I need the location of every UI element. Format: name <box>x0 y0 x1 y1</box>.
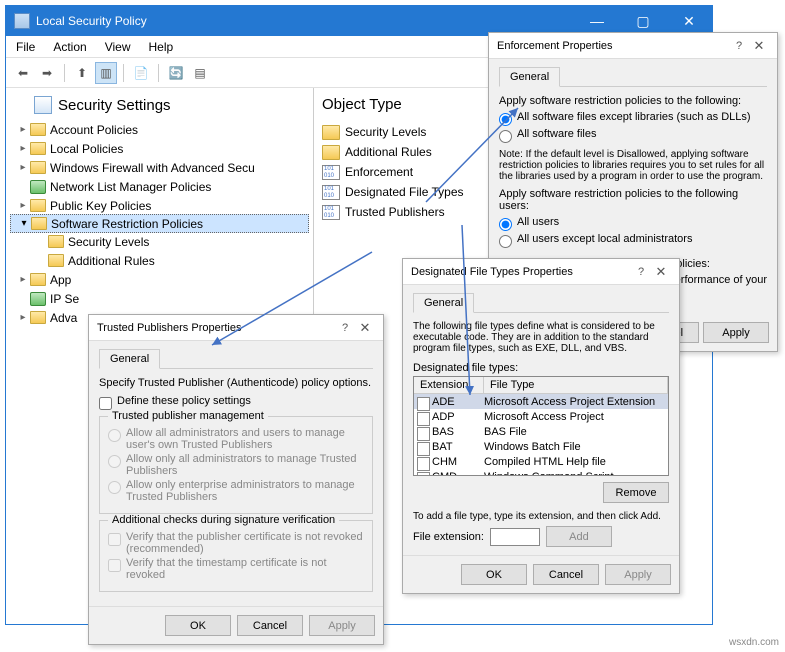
radio-all-software[interactable]: All software files <box>499 128 767 143</box>
cancel-button[interactable]: Cancel <box>533 564 599 585</box>
window-title: Local Security Policy <box>36 14 147 28</box>
tree-item[interactable]: ▸Windows Firewall with Advanced Secu <box>10 158 309 177</box>
forward-button[interactable]: ➡ <box>36 62 58 84</box>
close-icon[interactable]: ✕ <box>651 264 671 280</box>
watermark: wsxdn.com <box>729 637 779 648</box>
menu-view[interactable]: View <box>105 40 131 54</box>
filetype-row[interactable]: CMDWindows Command Script <box>414 469 668 476</box>
check-timestamp-cert: Verify that the timestamp certificate is… <box>108 557 364 581</box>
filetype-row[interactable]: BASBAS File <box>414 424 668 439</box>
dialog-titlebar[interactable]: Trusted Publishers Properties ? ✕ <box>89 315 383 341</box>
tree-item[interactable]: ▸Local Policies <box>10 139 309 158</box>
tree-item[interactable]: IP Se <box>10 289 309 308</box>
filetype-list[interactable]: Extension File Type ADEMicrosoft Access … <box>413 376 669 476</box>
help-button[interactable]: ? <box>729 40 749 52</box>
tree-item[interactable]: ▾Software Restriction Policies <box>10 214 309 233</box>
tree-item[interactable]: ▸Public Key Policies <box>10 196 309 215</box>
radio-all-users[interactable]: All users <box>499 216 767 231</box>
filetype-row[interactable]: CHMCompiled HTML Help file <box>414 454 668 469</box>
trusted-publishers-dialog: Trusted Publishers Properties ? ✕ Genera… <box>88 314 384 645</box>
up-button[interactable]: ⬆ <box>71 62 93 84</box>
app-icon <box>14 13 30 29</box>
tree-item[interactable]: ▸App <box>10 270 309 289</box>
close-icon[interactable]: ✕ <box>355 320 375 336</box>
help-button[interactable]: ? <box>631 266 651 278</box>
menu-action[interactable]: Action <box>53 40 86 54</box>
filetype-row[interactable]: ADEMicrosoft Access Project Extension <box>414 394 668 409</box>
menu-help[interactable]: Help <box>149 40 174 54</box>
define-policy-checkbox[interactable]: Define these policy settings <box>99 395 373 410</box>
back-button[interactable]: ⬅ <box>12 62 34 84</box>
radio-all-except-libs[interactable]: All software files except libraries (suc… <box>499 111 767 126</box>
radio-only-admins: Allow only all administrators to manage … <box>108 453 364 477</box>
menu-file[interactable]: File <box>16 40 35 54</box>
help-button[interactable]: ? <box>335 322 355 334</box>
radio-except-admins[interactable]: All users except local administrators <box>499 233 767 248</box>
extension-input[interactable] <box>490 528 540 546</box>
check-publisher-cert: Verify that the publisher certificate is… <box>108 531 364 555</box>
apply-button[interactable]: Apply <box>703 322 769 343</box>
tree-item[interactable]: ▸Account Policies <box>10 120 309 139</box>
close-icon[interactable]: ✕ <box>749 38 769 54</box>
tab-general[interactable]: General <box>413 293 474 313</box>
filetype-row[interactable]: ADPMicrosoft Access Project <box>414 409 668 424</box>
apply-button[interactable]: Apply <box>309 615 375 636</box>
tree-item[interactable]: Additional Rules <box>10 251 309 270</box>
tab-general[interactable]: General <box>499 67 560 87</box>
designated-filetypes-dialog: Designated File Types Properties ? ✕ Gen… <box>402 258 680 594</box>
tree-item[interactable]: Network List Manager Policies <box>10 177 309 196</box>
ok-button[interactable]: OK <box>165 615 231 636</box>
tab-general[interactable]: General <box>99 349 160 369</box>
dialog-titlebar[interactable]: Designated File Types Properties ? ✕ <box>403 259 679 285</box>
refresh-button[interactable]: 🔄 <box>165 62 187 84</box>
show-hide-button[interactable]: ▥ <box>95 62 117 84</box>
tree-item[interactable]: Security Levels <box>10 232 309 251</box>
filetype-row[interactable]: BATWindows Batch File <box>414 439 668 454</box>
apply-button[interactable]: Apply <box>605 564 671 585</box>
properties-button[interactable]: ▤ <box>189 62 211 84</box>
ok-button[interactable]: OK <box>461 564 527 585</box>
radio-only-enterprise: Allow only enterprise administrators to … <box>108 479 364 503</box>
cancel-button[interactable]: Cancel <box>237 615 303 636</box>
radio-all-admins-users: Allow all administrators and users to ma… <box>108 427 364 451</box>
remove-button[interactable]: Remove <box>603 482 669 503</box>
tree-root[interactable]: Security Settings <box>10 94 309 120</box>
dialog-titlebar[interactable]: Enforcement Properties ? ✕ <box>489 33 777 59</box>
add-button[interactable]: Add <box>546 526 612 547</box>
security-icon <box>34 96 52 114</box>
export-button[interactable]: 📄 <box>130 62 152 84</box>
